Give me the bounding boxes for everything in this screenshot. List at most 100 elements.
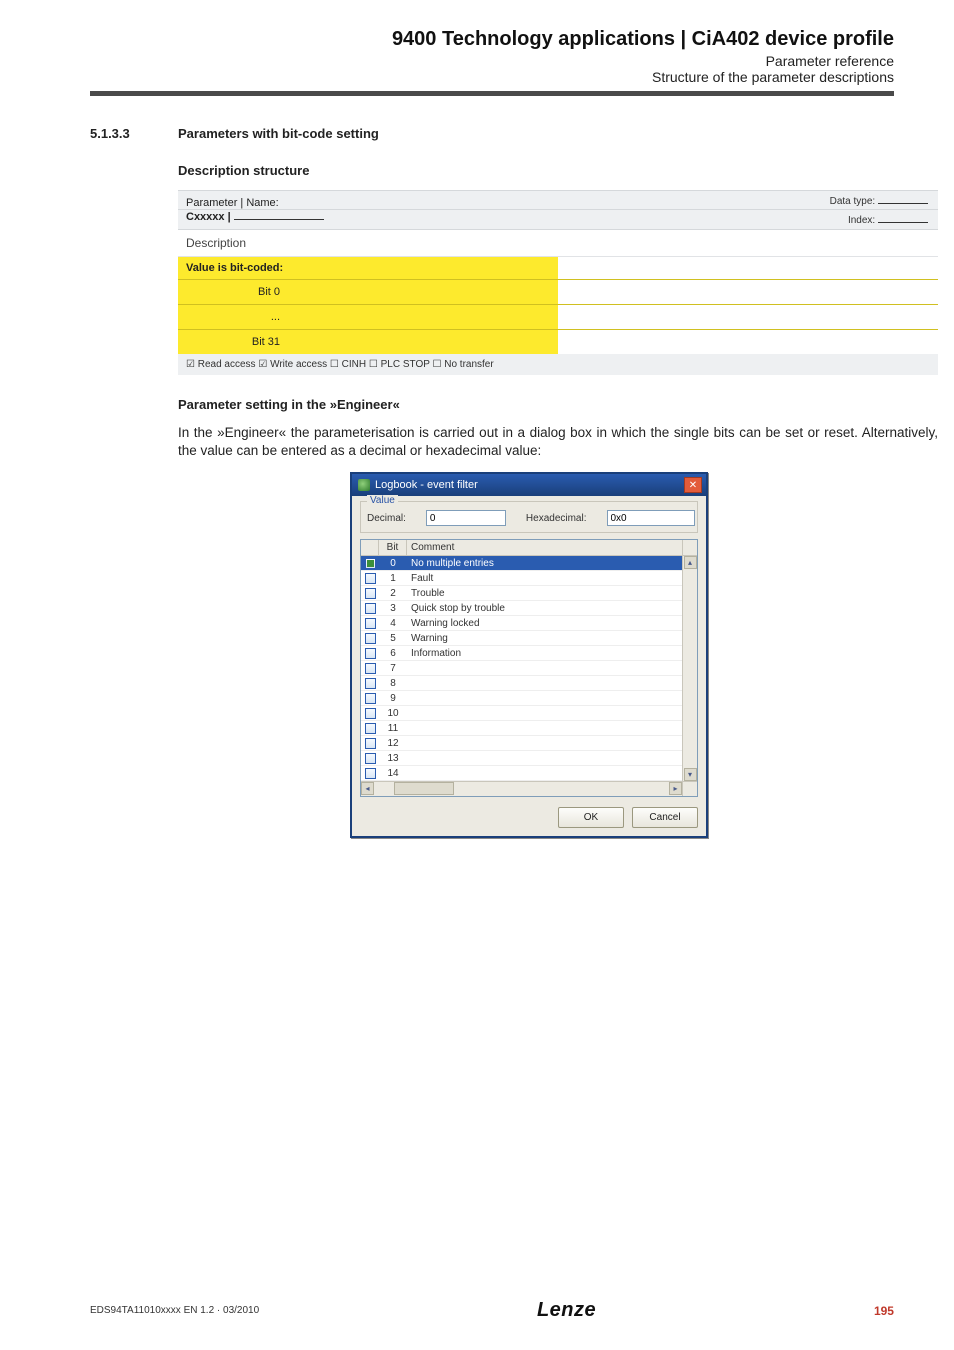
table-param-name-label: Parameter | Name: (178, 191, 558, 210)
row-bit: 13 (379, 753, 407, 764)
header-rule (90, 91, 894, 96)
row-checkbox[interactable] (365, 663, 376, 674)
list-row[interactable]: 4Warning locked (361, 616, 682, 631)
row-bit: 2 (379, 588, 407, 599)
row-checkbox[interactable] (365, 558, 376, 569)
section-title: Parameters with bit-code setting (178, 126, 379, 141)
list-row[interactable]: 3Quick stop by trouble (361, 601, 682, 616)
list-row[interactable]: 14 (361, 766, 682, 781)
section-heading: 5.1.3.3 Parameters with bit-code setting (90, 126, 894, 141)
row-bit: 7 (379, 663, 407, 674)
row-bit: 14 (379, 768, 407, 779)
row-comment: Information (407, 648, 682, 659)
row-checkbox[interactable] (365, 588, 376, 599)
row-bit: 9 (379, 693, 407, 704)
list-row[interactable]: 0No multiple entries (361, 556, 682, 571)
table-access-footer: ☑ Read access ☑ Write access ☐ CINH ☐ PL… (178, 354, 938, 375)
vertical-scrollbar[interactable]: ▴ ▾ (682, 556, 697, 781)
row-bit: 0 (379, 558, 407, 569)
row-checkbox[interactable] (365, 693, 376, 704)
close-icon[interactable]: ✕ (684, 477, 702, 493)
scroll-left-icon[interactable]: ◂ (361, 782, 374, 795)
table-cxxxxx: Cxxxxx | (178, 210, 558, 230)
table-value-bitcoded: Value is bit-coded: (178, 257, 558, 280)
row-checkbox[interactable] (365, 678, 376, 689)
list-row[interactable]: 12 (361, 736, 682, 751)
page-header: 9400 Technology applications | CiA402 de… (90, 28, 894, 85)
ok-button[interactable]: OK (558, 807, 624, 828)
cancel-button[interactable]: Cancel (632, 807, 698, 828)
row-bit: 8 (379, 678, 407, 689)
row-bit: 5 (379, 633, 407, 644)
parameter-structure-table: Parameter | Name: Data type: Cxxxxx | In… (178, 190, 938, 375)
row-comment: Warning (407, 633, 682, 644)
list-row[interactable]: 10 (361, 706, 682, 721)
header-title: 9400 Technology applications | CiA402 de… (90, 28, 894, 51)
row-checkbox[interactable] (365, 648, 376, 659)
row-comment: Quick stop by trouble (407, 603, 682, 614)
hex-input[interactable] (607, 510, 695, 526)
dialog-group-legend: Value (367, 495, 398, 506)
subheading-engineer: Parameter setting in the »Engineer« (178, 397, 894, 412)
table-description-row: Description (178, 230, 938, 257)
header-subtitle-2: Structure of the parameter descriptions (90, 69, 894, 85)
row-comment: No multiple entries (407, 558, 682, 569)
decimal-label: Decimal: (367, 513, 406, 524)
row-bit: 3 (379, 603, 407, 614)
row-checkbox[interactable] (365, 768, 376, 779)
table-index-label: Index: (605, 210, 938, 230)
list-row[interactable]: 2Trouble (361, 586, 682, 601)
row-checkbox[interactable] (365, 723, 376, 734)
list-row[interactable]: 13 (361, 751, 682, 766)
list-row[interactable]: 5Warning (361, 631, 682, 646)
header-subtitle-1: Parameter reference (90, 53, 894, 69)
scroll-up-icon[interactable]: ▴ (684, 556, 697, 569)
list-row[interactable]: 6Information (361, 646, 682, 661)
footer-brand: Lenze (537, 1299, 596, 1322)
page-footer: EDS94TA11010xxxx EN 1.2 · 03/2010 Lenze … (90, 1299, 894, 1322)
scroll-right-icon[interactable]: ▸ (669, 782, 682, 795)
row-checkbox[interactable] (365, 708, 376, 719)
footer-docid: EDS94TA11010xxxx EN 1.2 · 03/2010 (90, 1305, 259, 1316)
body-paragraph: In the »Engineer« the parameterisation i… (178, 424, 938, 460)
dialog-bit-list: Bit Comment 0No multiple entries1Fault2T… (360, 539, 698, 797)
hscroll-thumb[interactable] (394, 782, 454, 795)
row-bit: 4 (379, 618, 407, 629)
dialog-titlebar[interactable]: Logbook - event filter ✕ (352, 474, 706, 496)
footer-page-number: 195 (874, 1304, 894, 1318)
row-checkbox[interactable] (365, 618, 376, 629)
row-bit: 11 (379, 723, 407, 734)
row-comment: Trouble (407, 588, 682, 599)
row-bit: 12 (379, 738, 407, 749)
row-bit: 6 (379, 648, 407, 659)
list-row[interactable]: 7 (361, 661, 682, 676)
list-row[interactable]: 11 (361, 721, 682, 736)
row-checkbox[interactable] (365, 753, 376, 764)
header-bit[interactable]: Bit (379, 540, 407, 555)
horizontal-scrollbar[interactable]: ◂ ▸ (361, 781, 697, 796)
row-checkbox[interactable] (365, 573, 376, 584)
table-bit0: Bit 0 (178, 280, 288, 305)
header-comment[interactable]: Comment (407, 540, 682, 555)
dialog-app-icon (358, 479, 370, 491)
hex-label: Hexadecimal: (526, 513, 587, 524)
list-row[interactable]: 8 (361, 676, 682, 691)
list-row[interactable]: 1Fault (361, 571, 682, 586)
dialog-logbook-event-filter: Logbook - event filter ✕ Value Decimal: … (350, 472, 708, 838)
row-checkbox[interactable] (365, 738, 376, 749)
subheading-description-structure: Description structure (178, 163, 894, 178)
section-number: 5.1.3.3 (90, 126, 150, 141)
scroll-down-icon[interactable]: ▾ (684, 768, 697, 781)
row-checkbox[interactable] (365, 603, 376, 614)
row-checkbox[interactable] (365, 633, 376, 644)
table-bit31: Bit 31 (178, 330, 288, 355)
dialog-title: Logbook - event filter (375, 479, 478, 491)
decimal-input[interactable] (426, 510, 506, 526)
list-header: Bit Comment (361, 540, 697, 556)
table-datatype-label: Data type: (605, 191, 938, 210)
row-comment: Warning locked (407, 618, 682, 629)
table-bit-dots: ... (178, 305, 288, 330)
row-bit: 10 (379, 708, 407, 719)
row-bit: 1 (379, 573, 407, 584)
list-row[interactable]: 9 (361, 691, 682, 706)
